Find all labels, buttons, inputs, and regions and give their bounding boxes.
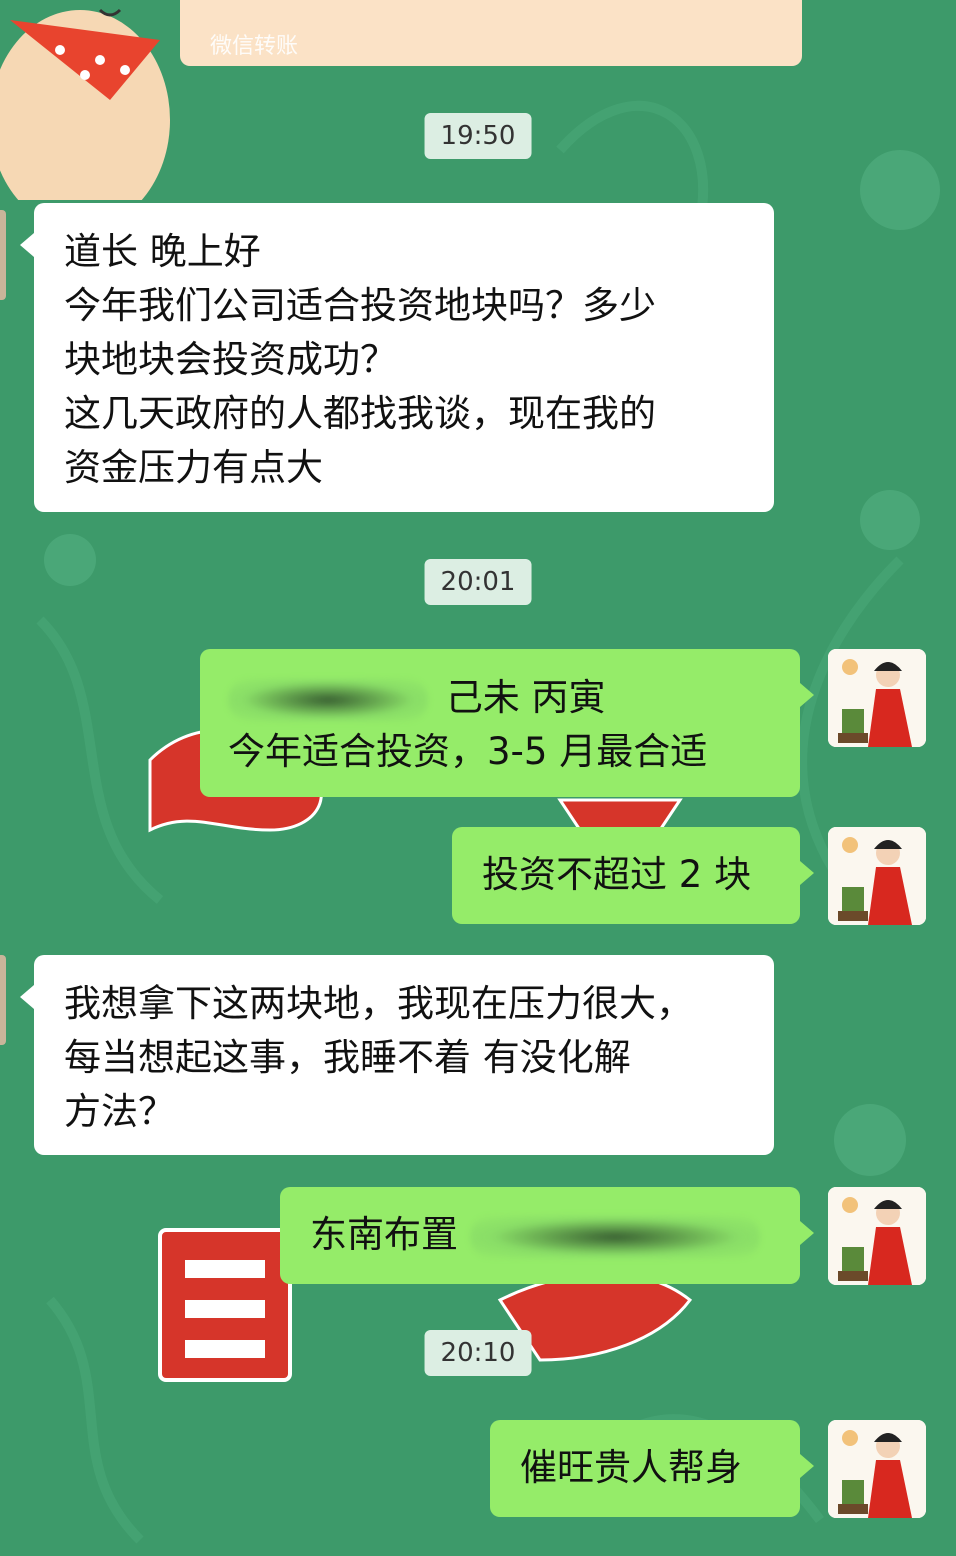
redacted-text-blur [469,1215,760,1258]
avatar-portrait-icon [828,649,926,747]
avatar-portrait-icon [828,1187,926,1285]
message-text: 东南布置 [310,1213,458,1256]
message-line: 今年适合投资，3-5 月最合适 [228,730,708,773]
message-line: 资金压力有点大 [64,446,323,489]
timestamp: 19:50 [424,113,532,159]
sender-avatar-edge[interactable] [0,955,6,1045]
timestamp: 20:10 [424,1330,532,1376]
self-avatar[interactable] [828,1420,926,1518]
message-line: 每当想起这事，我睡不着 有没化解 [64,1036,631,1079]
redacted-text-blur [228,678,428,721]
outgoing-message-bubble[interactable]: 己未 丙寅 今年适合投资，3-5 月最合适 [200,649,814,797]
message-text: 投资不超过 2 块 [482,853,752,896]
wechat-transfer-card[interactable]: 微信转账 [180,0,802,66]
message-line: 这几天政府的人都找我谈，现在我的 [64,392,656,435]
self-avatar[interactable] [828,1187,926,1285]
avatar-portrait-icon [828,1420,926,1518]
sender-avatar-edge[interactable] [0,210,6,300]
self-avatar[interactable] [828,827,926,925]
message-line: 我想拿下这两块地，我现在压力很大， [64,982,693,1025]
message-line: 方法？ [64,1090,175,1133]
message-line: 今年我们公司适合投资地块吗？多少 [64,284,656,327]
yin-character-decoration [158,1228,292,1382]
message-line: 块地块会投资成功？ [64,338,397,381]
transfer-card-label: 微信转账 [210,34,299,59]
outgoing-message-bubble[interactable]: 催旺贵人帮身 [490,1420,814,1517]
outgoing-message-bubble[interactable]: 投资不超过 2 块 [452,827,814,924]
incoming-message-bubble[interactable]: 我想拿下这两块地，我现在压力很大， 每当想起这事，我睡不着 有没化解 方法？ [20,955,774,1155]
incoming-message-bubble[interactable]: 道长 晚上好 今年我们公司适合投资地块吗？多少 块地块会投资成功？ 这几天政府的… [20,203,774,512]
avatar-portrait-icon [828,827,926,925]
message-line: 道长 晚上好 [64,230,261,273]
self-avatar[interactable] [828,649,926,747]
outgoing-message-bubble[interactable]: 东南布置 [280,1187,814,1284]
sticker-alpaca-image [0,8,170,200]
timestamp: 20:01 [424,559,532,605]
message-text: 催旺贵人帮身 [520,1446,742,1489]
message-text: 己未 丙寅 [445,676,606,719]
